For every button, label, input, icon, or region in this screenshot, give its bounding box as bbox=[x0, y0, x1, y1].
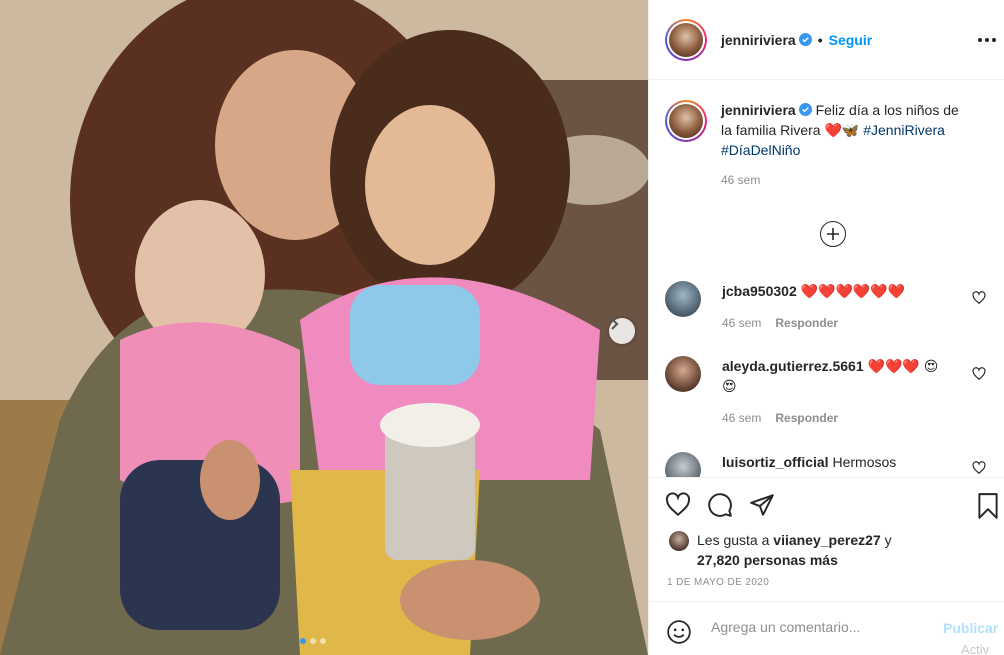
comment-item: aleyda.gutierrez.5661 ❤️❤️❤️ 😍😍 46 sem Re… bbox=[665, 356, 952, 428]
reply-button[interactable]: Responder bbox=[775, 411, 838, 425]
author-username[interactable]: jenniriviera bbox=[721, 32, 796, 48]
like-heart-icon[interactable] bbox=[665, 492, 691, 518]
likes-connector: y bbox=[884, 532, 892, 548]
carousel-dot bbox=[320, 638, 326, 644]
caption-username[interactable]: jenniriviera bbox=[721, 102, 796, 118]
hashtag-link[interactable]: #DíaDelNiño bbox=[721, 142, 800, 158]
post-actions: Les gusta a viianey_perez27 y 27,820 per… bbox=[649, 477, 1004, 655]
liker-avatar[interactable] bbox=[669, 531, 689, 551]
comment-time: 46 sem bbox=[722, 411, 762, 425]
commenter-avatar[interactable] bbox=[665, 356, 701, 392]
comment-text: Hermosos bbox=[832, 454, 897, 470]
carousel-indicator bbox=[300, 638, 326, 644]
comment-item: luisortiz_official Hermosos bbox=[665, 452, 896, 477]
add-comment-bar: Publicar Activ bbox=[649, 601, 1004, 655]
carousel-dot bbox=[310, 638, 316, 644]
chevron-right-icon bbox=[611, 318, 619, 330]
load-more-comments-button[interactable] bbox=[820, 221, 846, 247]
caption: jenniriviera Feliz día a los niños de la… bbox=[665, 100, 971, 190]
carousel-dot bbox=[300, 638, 306, 644]
share-paper-plane-icon[interactable] bbox=[749, 492, 775, 518]
caption-body: jenniriviera Feliz día a los niños de la… bbox=[721, 100, 971, 190]
plus-icon bbox=[827, 228, 839, 240]
likes-prefix: Les gusta a bbox=[697, 532, 770, 548]
save-bookmark-icon[interactable] bbox=[975, 492, 1001, 520]
likes-summary: Les gusta a viianey_perez27 y 27,820 per… bbox=[669, 530, 892, 570]
comment-item: jcba950302 ❤️❤️❤️❤️❤️❤️ 46 sem Responder bbox=[665, 281, 905, 333]
comment-bubble-icon[interactable] bbox=[707, 492, 733, 518]
liker-username[interactable]: viianey_perez27 bbox=[773, 532, 880, 548]
like-comment-heart-icon[interactable] bbox=[972, 291, 986, 305]
caption-time: 46 sem bbox=[721, 173, 761, 187]
publish-button[interactable]: Publicar bbox=[943, 620, 998, 636]
verified-badge-icon bbox=[798, 33, 812, 46]
comment-username[interactable]: jcba950302 bbox=[722, 283, 797, 299]
post-header: jenniriviera • Seguir bbox=[649, 0, 1004, 80]
verified-badge-icon bbox=[798, 103, 812, 116]
post-date: 1 DE MAYO DE 2020 bbox=[667, 577, 770, 588]
comment-input[interactable] bbox=[711, 619, 941, 635]
carousel-next-button[interactable] bbox=[609, 318, 635, 344]
commenter-avatar[interactable] bbox=[665, 281, 701, 317]
activation-watermark: Activ bbox=[961, 642, 990, 655]
comment-username[interactable]: luisortiz_official bbox=[722, 454, 829, 470]
hashtag-link[interactable]: #JenniRivera bbox=[863, 122, 945, 138]
like-comment-heart-icon[interactable] bbox=[972, 461, 986, 475]
post-side-panel: jenniriviera • Seguir jenniriviera Feliz… bbox=[648, 0, 1004, 655]
emoji-smiley-icon[interactable] bbox=[666, 619, 692, 645]
reply-button[interactable]: Responder bbox=[775, 316, 838, 330]
caption-avatar[interactable] bbox=[665, 100, 707, 142]
photo-illustration bbox=[0, 0, 648, 655]
separator-dot: • bbox=[817, 31, 823, 48]
commenter-avatar[interactable] bbox=[665, 452, 701, 477]
more-options-icon[interactable] bbox=[978, 32, 998, 48]
post-photo[interactable] bbox=[0, 0, 648, 655]
likes-count-link[interactable]: 27,820 personas más bbox=[697, 552, 838, 568]
comment-username[interactable]: aleyda.gutierrez.5661 bbox=[722, 358, 864, 374]
comment-time: 46 sem bbox=[722, 316, 762, 330]
like-comment-heart-icon[interactable] bbox=[972, 367, 986, 381]
author-avatar[interactable] bbox=[665, 18, 707, 61]
follow-button[interactable]: Seguir bbox=[829, 32, 873, 48]
comment-text: ❤️❤️❤️❤️❤️❤️ bbox=[800, 283, 906, 299]
